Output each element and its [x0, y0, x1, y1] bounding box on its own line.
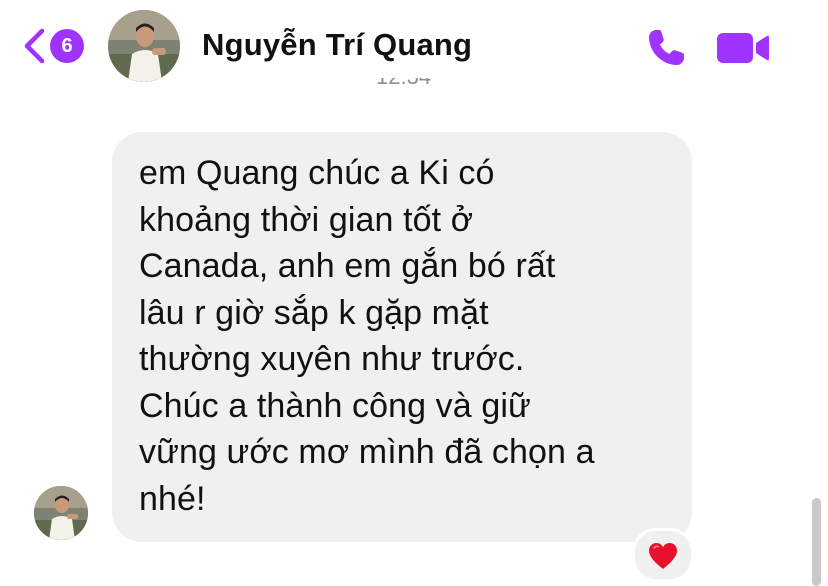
- chevron-left-icon: [24, 28, 45, 64]
- reaction-badge[interactable]: [632, 528, 694, 582]
- phone-icon: [649, 30, 684, 65]
- message-timestamp: 12:34: [376, 78, 456, 96]
- message-bubble[interactable]: em Quang chúc a Ki có khoảng thời gian t…: [112, 132, 692, 542]
- profile-photo: [34, 486, 88, 540]
- unread-badge: 6: [50, 29, 84, 63]
- back-button[interactable]: 6: [22, 26, 94, 66]
- call-button[interactable]: [644, 26, 688, 70]
- contact-name[interactable]: Nguyễn Trí Quang: [202, 27, 472, 63]
- chat-screen: 6 Nguyễn Trí Quang em Quang chúc a Ki có…: [0, 0, 828, 586]
- sender-avatar[interactable]: [34, 486, 88, 540]
- scrollbar[interactable]: [812, 498, 821, 586]
- message-text: em Quang chúc a Ki có khoảng thời gian t…: [139, 154, 595, 518]
- avatar[interactable]: [108, 10, 180, 82]
- heart-icon: [649, 542, 677, 569]
- video-call-button[interactable]: [716, 30, 770, 66]
- video-camera-icon: [717, 33, 769, 63]
- profile-photo: [108, 10, 180, 82]
